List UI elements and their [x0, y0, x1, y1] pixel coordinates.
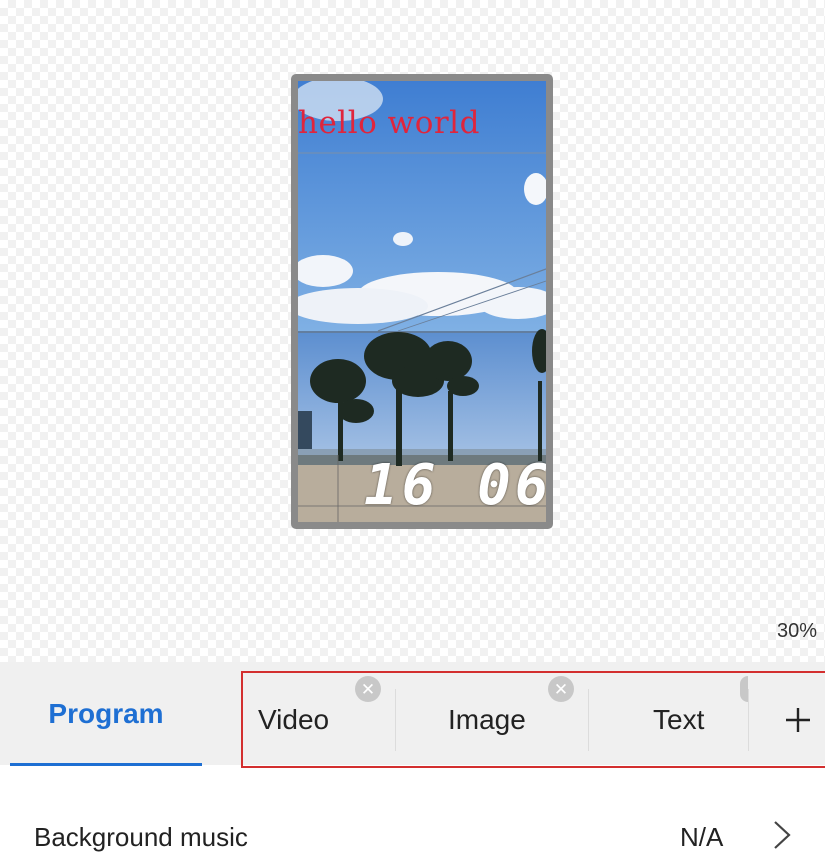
tab-video[interactable]: Video: [258, 673, 329, 766]
overlay-text: hello world: [298, 105, 480, 141]
tab-text[interactable]: Text: [653, 673, 704, 766]
background-music-row[interactable]: Background music N/A: [0, 800, 825, 852]
zoom-level: 30%: [776, 620, 817, 642]
clock-display: 16 06: [364, 453, 553, 518]
tab-program[interactable]: Program: [10, 662, 202, 765]
add-element-button[interactable]: [769, 673, 825, 766]
tab-divider: [395, 689, 396, 751]
plus-icon: [786, 707, 810, 732]
chevron-right-icon: [774, 821, 791, 849]
tab-divider: [588, 689, 589, 751]
background-music-label: Background music: [34, 822, 248, 852]
tab-program-label: Program: [48, 697, 164, 729]
tab-video-label: Video: [258, 703, 330, 735]
program-preview[interactable]: hello world 16 06: [291, 74, 553, 529]
tab-text-label: Text: [653, 703, 705, 735]
active-tab-indicator: [10, 763, 202, 766]
tab-image-label: Image: [448, 703, 526, 735]
element-tabs: Video ✕ Image ✕ Text: [241, 671, 825, 768]
tab-divider: [748, 689, 749, 751]
background-music-value: N/A: [680, 822, 724, 852]
tab-image[interactable]: Image: [448, 673, 526, 766]
close-icon[interactable]: [740, 676, 748, 702]
close-icon[interactable]: ✕: [355, 676, 381, 702]
close-icon[interactable]: ✕: [548, 676, 574, 702]
